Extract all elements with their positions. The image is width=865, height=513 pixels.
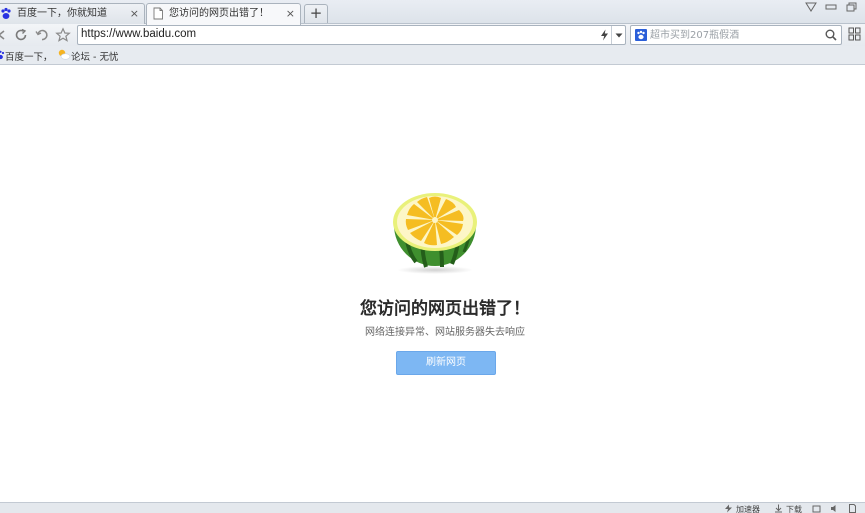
accelerator-label[interactable]: 加速器 [736,504,760,513]
accelerator-icon[interactable] [724,504,733,513]
skin-icon[interactable] [802,0,820,14]
screenshot-icon[interactable] [812,504,821,513]
tab-title: 百度一下，你就知道 [17,8,107,19]
refresh-icon[interactable] [13,27,29,43]
lemon-watermelon-icon [393,193,477,274]
favorite-star-icon[interactable] [55,27,71,43]
download-label[interactable]: 下载 [786,504,802,513]
error-title: 您访问的网页出错了！ [360,299,530,319]
tab-title: 您访问的网页出错了！ [169,8,269,19]
restore-icon[interactable] [843,0,861,14]
refresh-page-button[interactable]: 刷新网页 [396,351,496,375]
status-bar: 加速器 下载 [0,502,865,513]
volume-icon[interactable] [830,504,839,513]
tab-close-icon[interactable]: × [130,4,139,23]
undo-close-icon[interactable] [34,27,50,43]
download-icon[interactable] [774,504,783,513]
page-icon [153,7,163,20]
back-icon[interactable] [0,27,10,43]
tab-close-icon[interactable]: × [286,4,295,23]
bookmark-bar: 百度一下， 论坛 - 无忧 [0,46,865,65]
bookmark-forum[interactable]: 论坛 - 无忧 [71,49,118,63]
tab-error-page[interactable]: 您访问的网页出错了！ × [146,3,301,25]
search-box[interactable] [630,25,842,45]
bookmark-baidu[interactable]: 百度一下， [5,49,53,63]
tab-strip: 百度一下，你就知道 × 您访问的网页出错了！ × + [0,0,865,25]
chevron-down-icon [615,33,623,38]
search-input[interactable] [650,27,820,43]
search-icon[interactable] [825,29,837,41]
app-grid-icon[interactable] [848,27,861,41]
cloud-sun-icon [58,49,71,60]
address-bar[interactable]: https://www.baidu.com [77,25,626,45]
new-tab-button[interactable]: + [304,4,328,23]
error-subtitle: 网络连接异常、网站服务器失去响应 [365,327,525,338]
page-icon[interactable] [848,504,857,513]
baidu-paw-icon[interactable] [635,29,647,41]
lightning-icon[interactable] [600,29,609,41]
tab-baidu-home[interactable]: 百度一下，你就知道 × [0,3,145,24]
address-url[interactable]: https://www.baidu.com [81,28,196,40]
address-dropdown-button[interactable] [611,26,625,44]
baidu-paw-icon [1,7,11,19]
navigation-bar: https://www.baidu.com [0,24,865,46]
minimize-icon[interactable] [822,0,840,14]
